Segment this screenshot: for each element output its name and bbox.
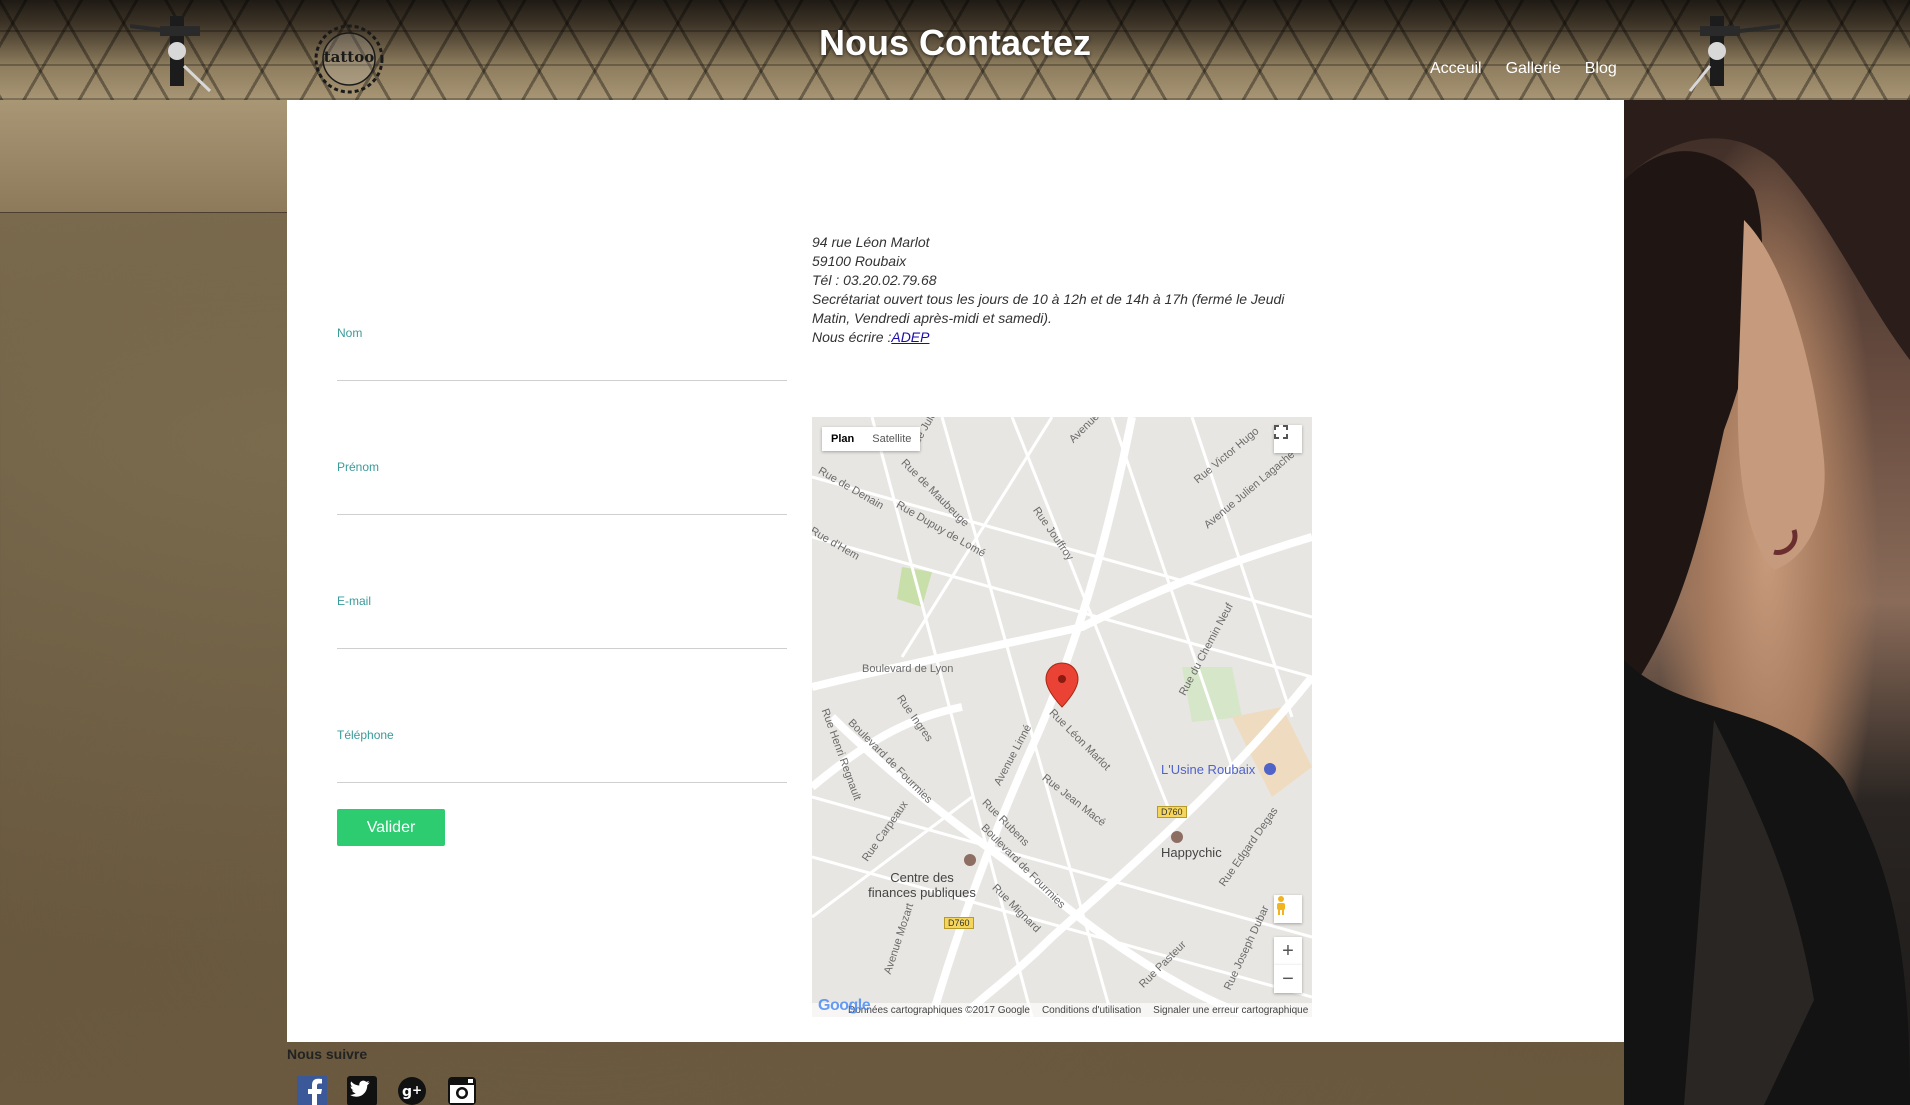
poi-happychic[interactable]: Happychic [1161, 845, 1222, 860]
pegman-icon [1277, 896, 1285, 915]
nom-input[interactable] [337, 358, 787, 381]
address-phone: Tél : 03.20.02.79.68 [812, 272, 937, 288]
poi-marker-icon[interactable] [1171, 831, 1183, 843]
map-copyright: Données cartographiques ©2017 Google [848, 1004, 1030, 1016]
portrait-illustration [1624, 100, 1910, 1105]
nom-label: Nom [337, 326, 363, 340]
google-map[interactable]: Boulevard de Lyon Rue Ingres Rue Léon Ma… [812, 417, 1312, 1017]
email-label: E-mail [337, 594, 372, 608]
address-city: 59100 Roubaix [812, 253, 907, 269]
main-nav: Acceuil Gallerie Blog [1430, 60, 1617, 78]
woman-portrait-icon [1624, 100, 1910, 1105]
map-attribution: Données cartographiques ©2017 Google Con… [812, 1003, 1312, 1017]
street-view-button[interactable] [1274, 895, 1302, 923]
map-terms-link[interactable]: Conditions d'utilisation [1042, 1005, 1141, 1016]
map-type-tabs: Plan Satellite [822, 427, 921, 451]
fullscreen-button[interactable] [1274, 425, 1302, 453]
page-title: Nous Contactez [818, 22, 1092, 63]
map-label: Boulevard de Lyon [862, 663, 954, 675]
follow-heading: Nous suivre [287, 1046, 368, 1062]
google-logo[interactable]: Google [818, 997, 871, 1015]
zoom-in-button[interactable]: + [1274, 937, 1302, 965]
google-plus-icon: g + [398, 1077, 426, 1105]
address-write: Nous écrire :ADEP [812, 328, 1312, 347]
google-logo-text: Google [818, 997, 871, 1014]
svg-text:+: + [412, 1083, 422, 1097]
site-header: tattoo Nous Contactez Acceuil Gallerie B… [0, 0, 1910, 100]
telephone-field-group: Téléphone [337, 728, 787, 783]
poi-marker-icon[interactable] [1264, 763, 1276, 775]
email-input[interactable] [337, 626, 787, 649]
instagram-link[interactable] [447, 1076, 477, 1105]
svg-text:g: g [402, 1084, 412, 1100]
road-badge: D760 [944, 917, 974, 929]
nav-link-acceuil[interactable]: Acceuil [1430, 60, 1482, 78]
map-report-link[interactable]: Signaler une erreur cartographique [1153, 1005, 1308, 1016]
telephone-label: Téléphone [337, 728, 394, 742]
zoom-out-button[interactable]: − [1274, 965, 1302, 993]
poi-marker-icon[interactable] [964, 854, 976, 866]
twitter-link[interactable] [347, 1076, 377, 1105]
contact-address: 94 rue Léon Marlot 59100 Roubaix Tél : 0… [812, 233, 1312, 347]
nav-link-blog[interactable]: Blog [1585, 60, 1617, 78]
map-tab-satellite[interactable]: Satellite [863, 427, 920, 451]
road-badge: D760 [1157, 806, 1187, 818]
poi-centre-finances[interactable]: Centre des finances publiques [867, 870, 977, 900]
twitter-icon [347, 1076, 377, 1105]
left-banner [0, 100, 287, 213]
map-tab-plan[interactable]: Plan [822, 427, 863, 451]
address-street: 94 rue Léon Marlot [812, 234, 930, 250]
adep-link[interactable]: ADEP [891, 329, 929, 345]
nav-link-gallerie[interactable]: Gallerie [1506, 60, 1561, 78]
social-links: g + [297, 1076, 477, 1105]
fullscreen-icon [1274, 425, 1288, 439]
prenom-label: Prénom [337, 460, 380, 474]
valider-button[interactable]: Valider [337, 809, 445, 846]
facebook-icon [297, 1076, 327, 1105]
write-prefix: Nous écrire : [812, 329, 892, 345]
telephone-input[interactable] [337, 760, 787, 783]
poi-usine-roubaix[interactable]: L'Usine Roubaix [1161, 762, 1255, 777]
content-panel: Nom Prénom E-mail Téléphone Valider 94 r… [287, 100, 1624, 1042]
address-hours: Secrétariat ouvert tous les jours de 10 … [812, 291, 1285, 326]
email-field-group: E-mail [337, 594, 787, 649]
prenom-field-group: Prénom [337, 460, 787, 515]
google-plus-link[interactable]: g + [397, 1076, 427, 1105]
nom-field-group: Nom [337, 326, 787, 381]
facebook-link[interactable] [297, 1076, 327, 1105]
instagram-icon [448, 1077, 476, 1105]
prenom-input[interactable] [337, 492, 787, 515]
